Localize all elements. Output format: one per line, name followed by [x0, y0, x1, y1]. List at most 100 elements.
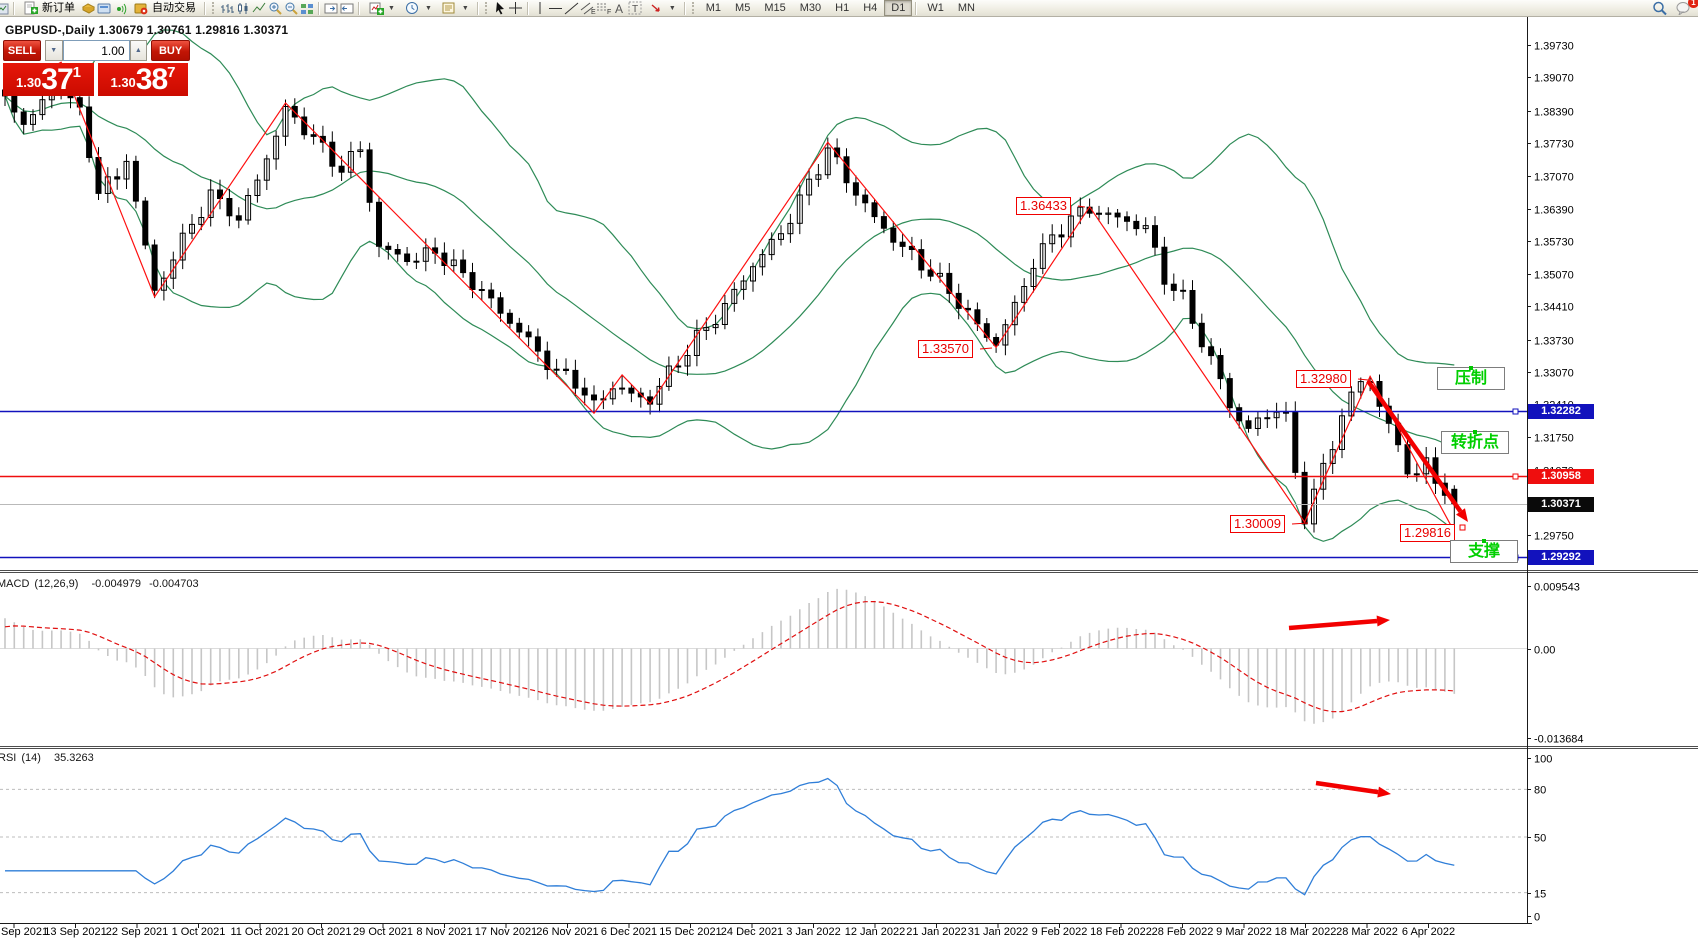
date-axis-label: Sep 2021	[1, 926, 48, 938]
price-callout[interactable]: 1.29816	[1400, 524, 1455, 542]
rsi-panel	[0, 779, 1527, 895]
trend-arrow[interactable]	[1289, 616, 1390, 628]
chart-shift-icon[interactable]	[323, 1, 339, 16]
timeframe-button-mn[interactable]: MN	[951, 0, 982, 16]
rsi-axis-label: 50	[1534, 833, 1546, 845]
date-axis-label: 13 Sep 2021	[44, 926, 106, 938]
sell-button[interactable]: SELL	[3, 40, 41, 61]
selection-anchor	[1469, 366, 1473, 370]
timeframe-button-h1[interactable]: H1	[828, 0, 856, 16]
date-axis-label: 12 Jan 2022	[845, 926, 906, 938]
price-axis-label: 1.39070	[1534, 73, 1574, 85]
data-window-icon[interactable]	[96, 1, 112, 16]
price-axis-label: 1.29750	[1534, 531, 1574, 543]
price-callout[interactable]: 1.32980	[1296, 370, 1351, 388]
templates-button[interactable]: ▼	[437, 1, 474, 16]
vertical-line-tool-icon[interactable]	[532, 1, 548, 16]
price-callout[interactable]: 1.36433	[1016, 197, 1071, 215]
periods-button[interactable]: ▼	[400, 1, 437, 16]
candlestick-mode-icon[interactable]	[235, 1, 251, 16]
toolbar-grip	[212, 2, 217, 14]
date-axis-label: 3 Jan 2022	[786, 926, 840, 938]
rsi-axis-label: 0	[1534, 912, 1540, 924]
date-axis-label: 20 Oct 2021	[292, 926, 352, 938]
date-axis-label: 31 Jan 2022	[968, 926, 1029, 938]
price-axis-label: 1.31750	[1534, 433, 1574, 445]
resistance-label[interactable]: 压制	[1437, 367, 1505, 390]
clipped-chart-icon[interactable]	[0, 1, 10, 16]
zoom-out-icon[interactable]	[283, 1, 299, 16]
price-axis-label: 1.35730	[1534, 237, 1574, 249]
arrows-tool-button[interactable]: ▼	[644, 1, 681, 16]
trend-arrow[interactable]	[1316, 783, 1391, 798]
search-icon[interactable]	[1652, 1, 1668, 16]
toolbar-separator	[684, 2, 686, 15]
price-axis-label: 1.39730	[1534, 41, 1574, 53]
template-icon	[442, 1, 458, 16]
timeframe-button-w1[interactable]: W1	[920, 0, 951, 16]
timeframe-button-m30[interactable]: M30	[793, 0, 828, 16]
price-callout[interactable]: 1.30009	[1230, 515, 1285, 533]
macd-signal-value: -0.004703	[149, 578, 199, 590]
buy-price-tile[interactable]: 1.30387	[98, 63, 188, 96]
signals-icon[interactable]	[112, 1, 128, 16]
selection-anchor	[1473, 430, 1477, 434]
date-axis-label: 29 Oct 2021	[353, 926, 413, 938]
svg-text:A: A	[615, 2, 623, 15]
sell-price-tile[interactable]: 1.30371	[3, 63, 94, 96]
main-price-panel	[0, 30, 1527, 560]
support-label[interactable]: 支撑	[1450, 540, 1518, 563]
horizontal-line-tool-icon[interactable]	[548, 1, 564, 16]
candlesticks	[3, 62, 1457, 532]
tile-windows-icon[interactable]	[299, 1, 315, 16]
fibonacci-tool-icon[interactable]: F	[596, 1, 612, 16]
text-label-tool-icon[interactable]: T	[628, 1, 644, 16]
text-tool-icon[interactable]: A	[612, 1, 628, 16]
market-watch-icon[interactable]	[80, 1, 96, 16]
volume-decrease-button[interactable]: ▼	[45, 40, 63, 61]
buy-price-big: 38	[136, 65, 167, 95]
price-axis-label: 1.34410	[1534, 302, 1574, 314]
macd-axis-label: 0.009543	[1534, 582, 1580, 594]
line-chart-mode-icon[interactable]	[251, 1, 267, 16]
timeframe-button-m1[interactable]: M1	[699, 0, 728, 16]
chart-canvas[interactable]: 1.397301.390701.383901.377301.370701.363…	[0, 0, 1698, 945]
equidistant-channel-tool-icon[interactable]: E	[580, 1, 596, 16]
timeframe-button-m5[interactable]: M5	[728, 0, 757, 16]
price-axis-label: 1.38390	[1534, 107, 1574, 119]
zoom-in-icon[interactable]	[267, 1, 283, 16]
auto-scroll-icon[interactable]	[339, 1, 355, 16]
buy-button[interactable]: BUY	[151, 40, 190, 61]
timeframe-button-h4[interactable]: H4	[856, 0, 884, 16]
sell-price-big: 37	[41, 65, 72, 95]
auto-trading-button[interactable]: 自动交易	[128, 1, 201, 16]
bar-chart-mode-icon[interactable]	[219, 1, 235, 16]
macd-axis-label: -0.013684	[1534, 734, 1584, 746]
price-callout[interactable]: 1.33570	[918, 340, 973, 358]
volume-increase-button[interactable]: ▲	[130, 40, 148, 61]
date-axis-label: 24 Dec 2021	[721, 926, 783, 938]
new-order-button[interactable]: 新订单	[18, 1, 80, 16]
indicators-button[interactable]: ▼	[363, 1, 400, 16]
timeframe-button-m15[interactable]: M15	[757, 0, 792, 16]
chart-ohlc-title: GBPUSD-,Daily 1.30679 1.30761 1.29816 1.…	[5, 23, 288, 37]
one-click-trade-panel: SELL ▼ 1.00 ▲ BUY 1.30371 1.30387	[3, 40, 190, 96]
clock-icon	[405, 1, 421, 16]
price-axis-label: 1.33730	[1534, 336, 1574, 348]
trendline-tool-icon[interactable]	[564, 1, 580, 16]
dropdown-caret: ▼	[425, 1, 432, 16]
dropdown-caret: ▼	[669, 1, 676, 16]
turning-point-label-text: 转折点	[1451, 434, 1499, 451]
price-axis-label: 1.37070	[1534, 172, 1574, 184]
timeframe-button-d1[interactable]: D1	[884, 0, 912, 16]
dropdown-caret: ▼	[462, 1, 469, 16]
turning-point-label[interactable]: 转折点	[1441, 431, 1509, 454]
auto-trading-icon	[133, 1, 149, 16]
toolbar-grip	[692, 2, 697, 14]
toolbar-separator	[915, 2, 917, 15]
notifications-icon[interactable]: 1	[1674, 1, 1694, 16]
cursor-tool-icon[interactable]	[492, 1, 508, 16]
volume-input[interactable]: 1.00	[63, 40, 130, 61]
crosshair-tool-icon[interactable]	[508, 1, 524, 16]
timeframe-toolbar: M1M5M15M30H1H4D1 W1MN	[699, 0, 982, 16]
